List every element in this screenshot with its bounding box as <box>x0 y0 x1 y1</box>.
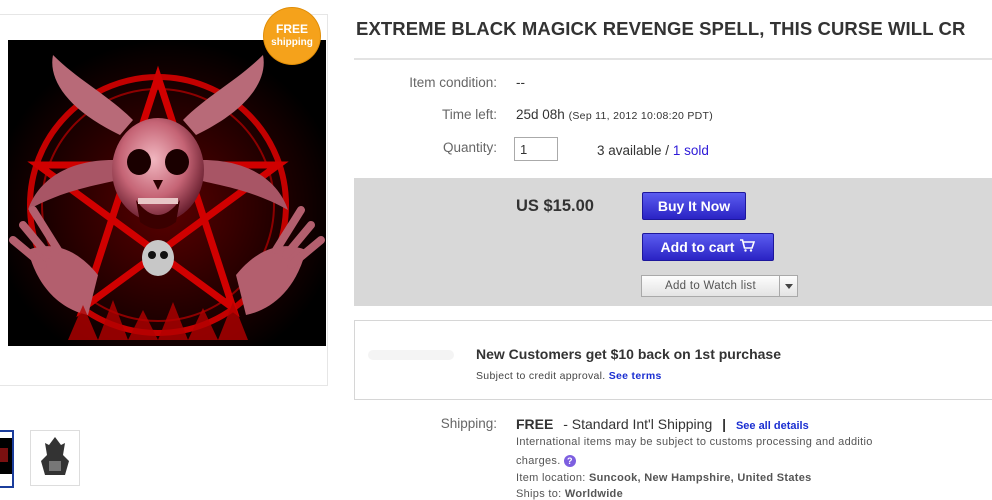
badge-line1: FREE <box>275 22 308 36</box>
thumbnail-image <box>31 431 79 485</box>
help-icon[interactable]: ? <box>563 455 576 468</box>
time-left-value: 25d 08h <box>516 107 565 122</box>
shipping-separator: | <box>722 416 727 432</box>
time-left-date: (Sep 11, 2012 10:08:20 PDT) <box>568 110 714 122</box>
listing-title: EXTREME BLACK MAGICK REVENGE SPELL, THIS… <box>356 18 966 39</box>
thumbnail-image <box>0 438 12 474</box>
thumbnail-2[interactable] <box>30 430 80 486</box>
watch-list-label: Add to Watch list <box>665 280 756 292</box>
promo-subtext-row: Subject to credit approval. See terms <box>476 370 662 382</box>
customs-note-line1: International items may be subject to cu… <box>516 436 873 448</box>
ships-to-row: Ships to: Worldwide <box>516 488 623 500</box>
promo-headline: New Customers get $10 back on 1st purcha… <box>476 346 781 362</box>
cart-icon <box>739 239 756 255</box>
time-left-row: 25d 08h (Sep 11, 2012 10:08:20 PDT) <box>516 107 713 122</box>
buy-it-now-button[interactable]: Buy It Now <box>642 192 746 220</box>
add-to-cart-label: Add to cart <box>660 239 735 255</box>
buy-it-now-label: Buy It Now <box>657 198 731 214</box>
shipping-free: FREE <box>516 416 554 432</box>
shipping-method: - Standard Int'l Shipping <box>563 416 713 432</box>
see-terms-link[interactable]: See terms <box>609 370 662 382</box>
demon-skull-pentagram-image <box>8 40 326 346</box>
item-location-label: Item location: <box>516 472 586 484</box>
thumbnail-1[interactable] <box>0 430 14 488</box>
item-location-row: Item location: Suncook, New Hampshire, U… <box>516 472 812 484</box>
item-location-value: Suncook, New Hampshire, United States <box>588 472 812 484</box>
item-condition-value: -- <box>516 75 525 90</box>
customs-note-line2: charges. <box>516 455 561 467</box>
ships-to-label: Ships to: <box>516 488 562 500</box>
chevron-down-icon[interactable] <box>779 276 797 296</box>
availability: 3 available / 1 sold <box>597 143 709 158</box>
add-to-watch-list-button[interactable]: Add to Watch list <box>641 275 798 297</box>
title-divider <box>354 58 992 60</box>
add-to-cart-button[interactable]: Add to cart <box>642 233 774 261</box>
available-text: 3 available / <box>597 143 670 158</box>
shipping-label: Shipping: <box>440 416 497 431</box>
customs-note-line2-row: charges. ? <box>516 455 576 468</box>
credit-logo <box>368 338 458 372</box>
shipping-row: FREE - Standard Int'l Shipping | See all… <box>516 416 809 432</box>
quantity-input[interactable] <box>514 137 558 161</box>
item-condition-label: Item condition: <box>409 75 497 90</box>
price: US $15.00 <box>516 197 594 215</box>
sold-link[interactable]: 1 sold <box>673 143 709 158</box>
ships-to-value: Worldwide <box>564 488 623 500</box>
main-item-image[interactable] <box>8 40 326 346</box>
badge-line2: shipping <box>271 37 313 48</box>
quantity-label: Quantity: <box>442 140 497 155</box>
promo-subtext: Subject to credit approval. <box>476 370 606 382</box>
see-all-details-link[interactable]: See all details <box>736 420 809 432</box>
free-shipping-badge: FREE shipping <box>264 8 320 64</box>
time-left-label: Time left: <box>441 107 497 122</box>
